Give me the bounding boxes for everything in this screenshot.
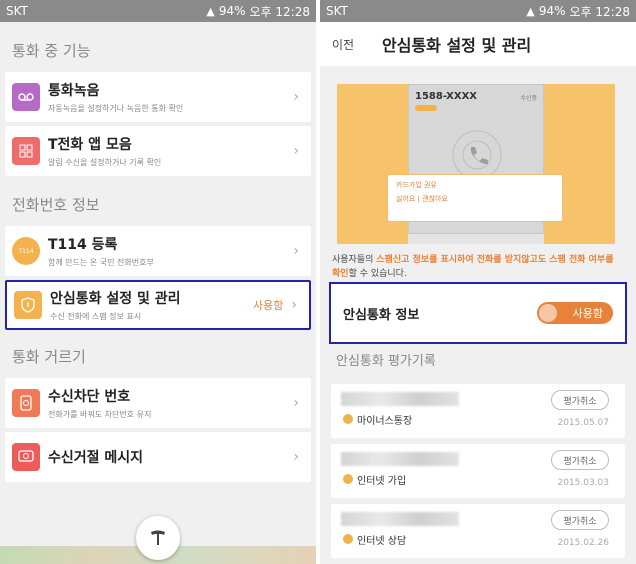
- status-bar: SKT ▲ 94% 오후 12:28: [0, 0, 316, 22]
- menu-item-label: T114 등록: [48, 237, 118, 253]
- menu-item-label: 통화녹음: [48, 83, 100, 99]
- cancel-eval-button[interactable]: 평가취소: [551, 390, 609, 410]
- menu-item-label: 수신거절 메시지: [48, 450, 144, 466]
- safe-call-info-label: 안심통화 정보: [343, 307, 420, 323]
- chevron-right-icon: ›: [293, 143, 299, 159]
- eval-record: 인터넷 상담 평가취소 2015.02.26: [331, 504, 625, 558]
- battery-label: 94%: [218, 4, 246, 18]
- mock-spam-popup: 카드가입 권유 싫어요 | 괜찮아요: [387, 174, 563, 222]
- menu-item-safe-call[interactable]: 안심통화 설정 및 관리 수신 전화에 스팸 정보 표시 사용함 ›: [5, 280, 311, 330]
- record-label: 마이너스통장: [357, 416, 413, 427]
- record-date: 2015.05.07: [557, 418, 609, 428]
- chevron-right-icon: ›: [291, 297, 297, 313]
- description-text: 사용자들의: [332, 255, 377, 265]
- record-label: 인터넷 상담: [357, 536, 407, 547]
- t114-icon: T114: [12, 237, 40, 265]
- toggle-label: 사용함: [572, 307, 603, 320]
- t-logo-button[interactable]: [136, 516, 180, 560]
- menu-item-sub: 수신 전화에 스팸 정보 표시: [50, 312, 142, 321]
- menu-item-block-number[interactable]: 수신차단 번호 전화가를 바꿔도 차단번호 유지 ›: [5, 378, 311, 428]
- menu-item-sub: 전화가를 바꿔도 차단번호 유지: [48, 410, 152, 419]
- menu-item-app-collection[interactable]: T전화 앱 모음 알림 수신을 설정하거나 기록 확인 ›: [5, 126, 311, 176]
- chevron-right-icon: ›: [293, 449, 299, 465]
- message-icon: [12, 443, 40, 471]
- menu-item-t114[interactable]: T114 T114 등록 함께 만드는 온 국민 전화번호부 ›: [5, 226, 311, 276]
- right-screen: SKT ▲ 94% 오후 12:28 이전 안심통화 설정 및 관리 1588-…: [320, 0, 636, 564]
- menu-item-sub: 알림 수신을 설정하거나 기록 확인: [48, 158, 162, 167]
- status-bar: SKT ▲ 94% 오후 12:28: [320, 0, 636, 22]
- cancel-eval-button[interactable]: 평가취소: [551, 450, 609, 470]
- menu-item-sub: 함께 만드는 온 국민 전화번호부: [48, 258, 154, 267]
- carrier-label: SKT: [326, 4, 348, 18]
- record-date: 2015.02.26: [557, 538, 609, 548]
- back-button[interactable]: 이전: [332, 36, 382, 53]
- blurred-number: [341, 452, 459, 466]
- signal-icon: ▲: [206, 4, 215, 18]
- menu-item-label: T전화 앱 모음: [48, 137, 132, 153]
- chevron-right-icon: ›: [293, 243, 299, 259]
- battery-label: 94%: [538, 4, 566, 18]
- menu-item-reject-message[interactable]: 수신거절 메시지 ›: [5, 432, 311, 482]
- signal-icon: ▲: [526, 4, 535, 18]
- safe-call-toggle[interactable]: 사용함: [537, 302, 613, 324]
- record-icon: [343, 534, 353, 544]
- voicemail-icon: [12, 83, 40, 111]
- eval-record: 인터넷 가입 평가취소 2015.03.03: [331, 444, 625, 498]
- status-badge: 사용함: [253, 299, 284, 312]
- menu-item-label: 안심통화 설정 및 관리: [50, 291, 181, 307]
- record-icon: [343, 414, 353, 424]
- description-text-end: 할 수 있습니다.: [348, 268, 407, 279]
- section-title-filter: 통화 거르기: [12, 348, 86, 366]
- section-title-number-info: 전화번호 정보: [12, 196, 100, 214]
- apps-grid-icon: [12, 137, 40, 165]
- eval-record: 마이너스통장 평가취소 2015.05.07: [331, 384, 625, 438]
- chevron-right-icon: ›: [293, 89, 299, 105]
- popup-title: 카드가입 권유: [396, 181, 437, 189]
- t-logo-icon: [151, 530, 165, 545]
- eval-history-title: 안심통화 평가기록: [336, 354, 436, 369]
- mock-incoming-label: 수신중: [520, 95, 537, 102]
- carrier-label: SKT: [6, 4, 28, 18]
- left-screen: SKT ▲ 94% 오후 12:28 통화 중 기능 통화녹음 자동녹음을 설정…: [0, 0, 316, 564]
- safe-call-info-row: 안심통화 정보 사용함: [329, 282, 627, 344]
- menu-item-sub: 자동녹음을 설정하거나 녹음한 통화 확인: [48, 104, 184, 113]
- cancel-eval-button[interactable]: 평가취소: [551, 510, 609, 530]
- toggle-knob: [539, 304, 557, 322]
- time-label: 오후 12:28: [249, 4, 310, 19]
- mock-phone-number: 1588-XXXX: [415, 91, 478, 102]
- page-title: 안심통화 설정 및 관리: [382, 36, 532, 55]
- description: 사용자들의 스팸신고 정보를 표시하여 전화를 받지않고도 스팸 전화 여부를 …: [332, 254, 624, 282]
- header: 이전 안심통화 설정 및 관리: [320, 22, 636, 66]
- illustration-banner: 1588-XXXX 수신중 카드가입 권유 싫어요 | 괜찮아요: [337, 84, 615, 244]
- shield-icon: [14, 291, 42, 319]
- section-title-call: 통화 중 기능: [12, 42, 91, 60]
- blurred-number: [341, 392, 459, 406]
- time-label: 오후 12:28: [569, 4, 630, 19]
- menu-item-label: 수신차단 번호: [48, 389, 131, 405]
- blurred-number: [341, 512, 459, 526]
- mock-footer: [408, 234, 544, 244]
- chevron-right-icon: ›: [293, 395, 299, 411]
- record-date: 2015.03.03: [557, 478, 609, 488]
- record-label: 인터넷 가입: [357, 476, 407, 487]
- block-phone-icon: [12, 389, 40, 417]
- record-icon: [343, 474, 353, 484]
- menu-item-call-recording[interactable]: 통화녹음 자동녹음을 설정하거나 녹음한 통화 확인 ›: [5, 72, 311, 122]
- popup-line: 싫어요 | 괜찮아요: [396, 195, 448, 203]
- mock-tag: [415, 105, 437, 111]
